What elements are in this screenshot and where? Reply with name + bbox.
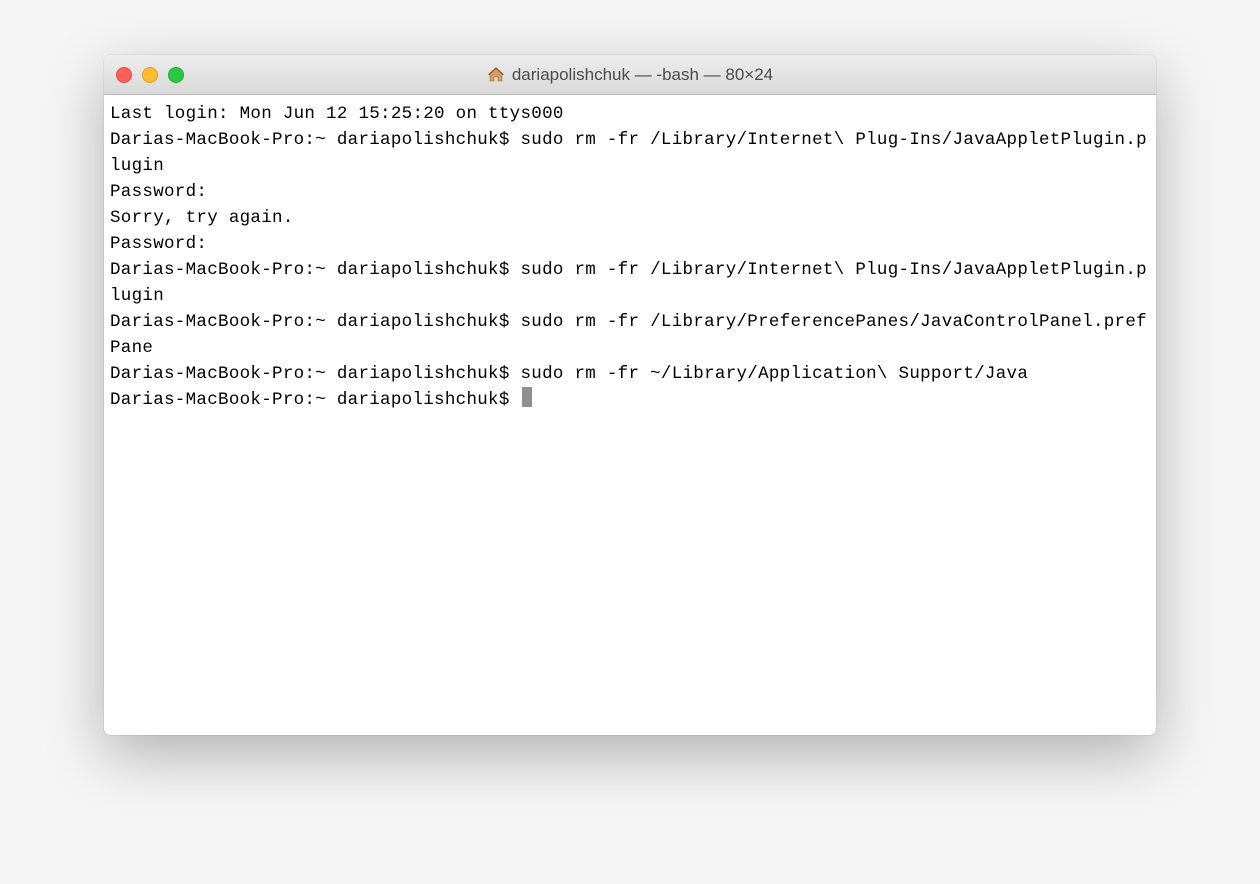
traffic-lights: [116, 67, 184, 83]
window-title: dariapolishchuk — -bash — 80×24: [512, 65, 773, 85]
maximize-button[interactable]: [168, 67, 184, 83]
terminal-line: Darias-MacBook-Pro:~ dariapolishchuk$ su…: [110, 127, 1150, 179]
terminal-line: Password:: [110, 231, 1150, 257]
terminal-line: Sorry, try again.: [110, 205, 1150, 231]
terminal-window: dariapolishchuk — -bash — 80×24 Last log…: [104, 55, 1156, 735]
terminal-prompt: Darias-MacBook-Pro:~ dariapolishchuk$: [110, 390, 520, 410]
terminal-line: Password:: [110, 179, 1150, 205]
title-wrap: dariapolishchuk — -bash — 80×24: [104, 65, 1156, 85]
cursor: [522, 387, 532, 407]
minimize-button[interactable]: [142, 67, 158, 83]
terminal-body[interactable]: Last login: Mon Jun 12 15:25:20 on ttys0…: [104, 95, 1156, 735]
terminal-line: Darias-MacBook-Pro:~ dariapolishchuk$ su…: [110, 309, 1150, 361]
terminal-line: Darias-MacBook-Pro:~ dariapolishchuk$ su…: [110, 361, 1150, 387]
terminal-line: Darias-MacBook-Pro:~ dariapolishchuk$ su…: [110, 257, 1150, 309]
close-button[interactable]: [116, 67, 132, 83]
home-icon: [487, 66, 505, 84]
titlebar[interactable]: dariapolishchuk — -bash — 80×24: [104, 55, 1156, 95]
terminal-prompt-line: Darias-MacBook-Pro:~ dariapolishchuk$: [110, 387, 1150, 413]
terminal-line: Last login: Mon Jun 12 15:25:20 on ttys0…: [110, 101, 1150, 127]
